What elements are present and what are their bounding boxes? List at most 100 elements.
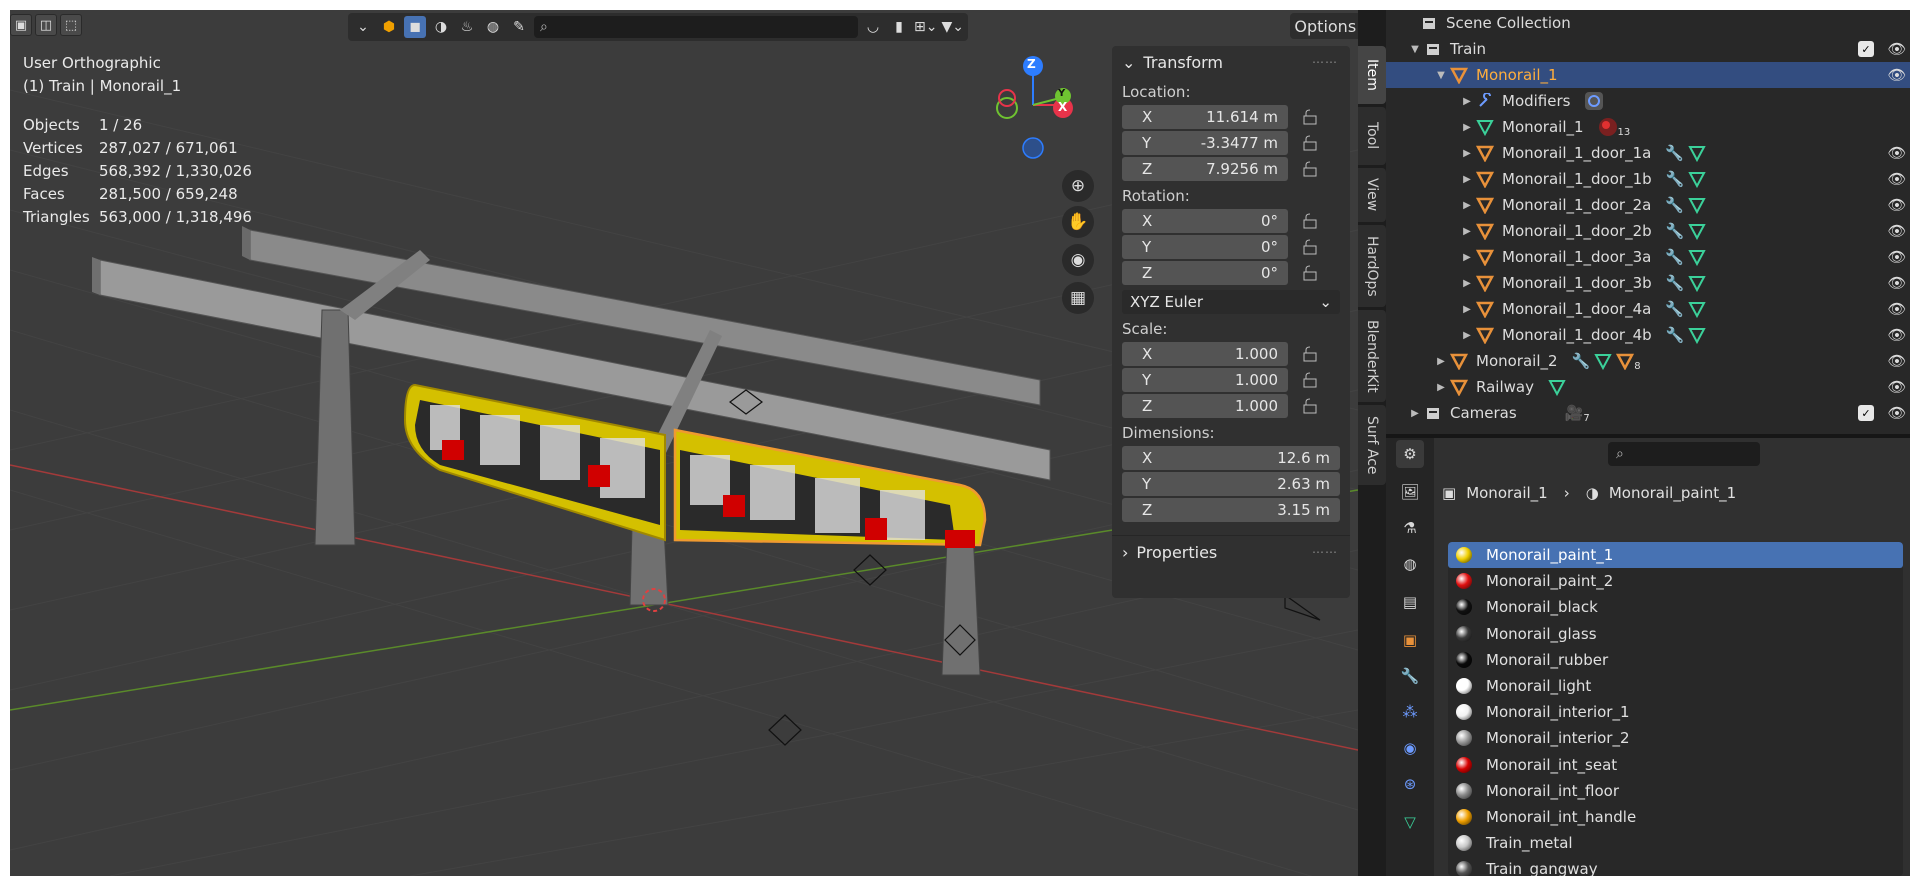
eye-icon[interactable]: 👁 xyxy=(1884,270,1910,296)
collection-tab-icon[interactable]: ▤ xyxy=(1396,588,1424,616)
material-slot[interactable]: Train_gangway xyxy=(1448,856,1903,876)
eye-icon[interactable]: 👁 xyxy=(1884,374,1910,400)
lock-icon[interactable] xyxy=(1298,370,1322,390)
expand-right-icon[interactable]: ▶ xyxy=(1460,96,1474,107)
outliner-row[interactable]: ▶ Monorail_1_door_2b 🔧 👁 xyxy=(1386,218,1910,244)
outliner-row[interactable]: ▶ Monorail_2 🔧 8 👁 xyxy=(1386,348,1910,374)
material-slot[interactable]: Train_metal xyxy=(1448,830,1903,856)
lock-icon[interactable] xyxy=(1298,396,1322,416)
material-slot[interactable]: Monorail_int_handle xyxy=(1448,804,1903,830)
material-slot[interactable]: Monorail_black xyxy=(1448,594,1903,620)
breadcrumb-material[interactable]: Monorail_paint_1 xyxy=(1609,484,1736,502)
rotation-z-field[interactable]: Z 0° xyxy=(1122,261,1288,285)
material-slot[interactable]: Monorail_interior_1 xyxy=(1448,699,1903,725)
drag-handle-icon[interactable]: ⋯⋯ xyxy=(1312,55,1338,69)
material-slot[interactable]: Monorail_light xyxy=(1448,673,1903,699)
world-icon[interactable]: ◍ xyxy=(482,16,504,38)
expand-down-icon[interactable]: ▼ xyxy=(1408,44,1422,55)
scale-z-field[interactable]: Z 1.000 xyxy=(1122,394,1288,418)
tab-item[interactable]: Item xyxy=(1358,46,1386,104)
material-slot[interactable]: Monorail_paint_1 xyxy=(1448,542,1903,569)
material-slot[interactable]: Monorail_int_floor xyxy=(1448,778,1903,804)
gizmo-toggle-icon[interactable]: ⬢ xyxy=(378,16,400,38)
select-extend-icon[interactable]: ◫ xyxy=(35,14,57,36)
expand-right-icon[interactable]: ▶ xyxy=(1460,226,1474,237)
lock-icon[interactable] xyxy=(1298,133,1322,153)
eye-icon[interactable]: 👁 xyxy=(1884,166,1910,192)
drag-handle-icon[interactable]: ⋯⋯ xyxy=(1312,545,1338,559)
rotation-mode-select[interactable]: XYZ Euler ⌄ xyxy=(1122,290,1340,314)
location-y-field[interactable]: Y -3.3477 m xyxy=(1122,131,1288,155)
constraints-tab-icon[interactable]: ⊛ xyxy=(1396,770,1424,798)
gizmo-x-label[interactable]: X xyxy=(1058,100,1067,114)
outliner-row[interactable]: ▶ Monorail_1 13 xyxy=(1386,114,1910,140)
expand-right-icon[interactable]: ▶ xyxy=(1460,174,1474,185)
outliner-row[interactable]: ▶ Monorail_1_door_2a 🔧 👁 xyxy=(1386,192,1910,218)
expand-right-icon[interactable]: ▶ xyxy=(1408,408,1422,419)
expand-right-icon[interactable]: ▶ xyxy=(1460,304,1474,315)
eye-icon[interactable]: 👁 xyxy=(1884,322,1910,348)
gizmo-y-label[interactable]: Y xyxy=(1058,88,1065,99)
properties-search-input[interactable]: ⌕ xyxy=(1608,442,1760,466)
location-z-field[interactable]: Z 7.9256 m xyxy=(1122,157,1288,181)
chevron-down-icon[interactable]: ⌄ xyxy=(352,16,374,38)
material-slot[interactable]: Monorail_paint_2 xyxy=(1448,568,1903,594)
lock-icon[interactable] xyxy=(1298,211,1322,231)
particles-tab-icon[interactable]: ⁂ xyxy=(1396,698,1424,726)
dimensions-z-field[interactable]: Z 3.15 m xyxy=(1122,498,1340,522)
brush-icon[interactable]: ✎ xyxy=(508,16,530,38)
scale-x-field[interactable]: X 1.000 xyxy=(1122,342,1288,366)
expand-right-icon[interactable]: ▶ xyxy=(1460,148,1474,159)
outliner-row[interactable]: ▶ Monorail_1_door_3a 🔧 👁 xyxy=(1386,244,1910,270)
tab-view[interactable]: View xyxy=(1358,168,1386,222)
outliner-row[interactable]: ▶ Monorail_1_door_1b 🔧 👁 xyxy=(1386,166,1910,192)
3d-viewport[interactable]: Z X Y ▣ ◫ ⬚ ⌄ ⬢ ◼ ◑ ♨ ◍ ✎ ⌕ ◡ ▮ ⊞⌄ ▼⌄ Op… xyxy=(10,10,1358,876)
outliner-row[interactable]: ▶ Monorail_1_door_4b 🔧 👁 xyxy=(1386,322,1910,348)
options-dropdown[interactable]: Options⌄ xyxy=(1290,13,1358,39)
render-shading-icon[interactable]: ♨ xyxy=(456,16,478,38)
filter-icon[interactable]: ▼⌄ xyxy=(942,16,965,38)
modifier-tab-icon[interactable]: 🔧 xyxy=(1396,662,1424,690)
outliner-row[interactable]: ▶ Monorail_1_door_4a 🔧 👁 xyxy=(1386,296,1910,322)
viewport-search-input[interactable]: ⌕ xyxy=(534,16,859,38)
tab-surf-ace[interactable]: Surf Ace xyxy=(1358,405,1386,485)
data-tab-icon[interactable]: ▽ xyxy=(1396,808,1424,836)
object-tab-icon[interactable]: ▣ xyxy=(1396,626,1424,654)
eye-icon[interactable]: 👁 xyxy=(1884,348,1910,374)
lock-icon[interactable] xyxy=(1298,107,1322,127)
eye-icon[interactable]: 👁 xyxy=(1884,36,1910,62)
lock-icon[interactable] xyxy=(1298,237,1322,257)
expand-right-icon[interactable]: ▶ xyxy=(1434,382,1448,393)
outliner-row[interactable]: ▼ Train ✓ 👁 xyxy=(1386,36,1910,62)
transform-panel-header[interactable]: ⌄ Transform ⋯⋯ xyxy=(1112,46,1350,78)
rotation-x-field[interactable]: X 0° xyxy=(1122,209,1288,233)
dimensions-x-field[interactable]: X 12.6 m xyxy=(1122,446,1340,470)
physics-tab-icon[interactable]: ◉ xyxy=(1396,734,1424,762)
scale-y-field[interactable]: Y 1.000 xyxy=(1122,368,1288,392)
solid-shading-icon[interactable]: ◼ xyxy=(404,16,426,38)
outliner-row[interactable]: ▶ Railway 👁 xyxy=(1386,374,1910,400)
expand-right-icon[interactable]: ▶ xyxy=(1460,252,1474,263)
breadcrumb-object[interactable]: Monorail_1 xyxy=(1466,484,1548,502)
location-x-field[interactable]: X 11.614 m xyxy=(1122,105,1288,129)
lock-icon[interactable] xyxy=(1298,263,1322,283)
bookmark-icon[interactable]: ▮ xyxy=(888,16,910,38)
lock-icon[interactable] xyxy=(1298,344,1322,364)
eye-icon[interactable]: 👁 xyxy=(1884,140,1910,166)
outliner-row[interactable]: ▼ Monorail_1 👁 xyxy=(1386,62,1910,88)
material-slot[interactable]: Monorail_int_seat xyxy=(1448,752,1903,778)
outliner-row[interactable]: ▶ Modifiers xyxy=(1386,88,1910,114)
select-box-icon[interactable]: ▣ xyxy=(10,14,32,36)
expand-right-icon[interactable]: ▶ xyxy=(1460,278,1474,289)
outliner-row[interactable]: ▶ Cameras 🎥 7 ✓ 👁 xyxy=(1386,400,1910,426)
tab-blenderkit[interactable]: BlenderKit xyxy=(1358,310,1386,402)
eye-icon[interactable]: 👁 xyxy=(1884,218,1910,244)
ortho-grid-icon[interactable]: ▦ xyxy=(1062,282,1094,314)
outliner-row[interactable]: ▶ Monorail_1_door_3b 🔧 👁 xyxy=(1386,270,1910,296)
rotation-y-field[interactable]: Y 0° xyxy=(1122,235,1288,259)
scene-tab-icon[interactable]: ⚗ xyxy=(1396,514,1424,542)
expand-right-icon[interactable]: ▶ xyxy=(1460,200,1474,211)
eye-icon[interactable]: 👁 xyxy=(1884,192,1910,218)
tab-hardops[interactable]: HardOps xyxy=(1358,225,1386,307)
tab-tool[interactable]: Tool xyxy=(1358,107,1386,165)
